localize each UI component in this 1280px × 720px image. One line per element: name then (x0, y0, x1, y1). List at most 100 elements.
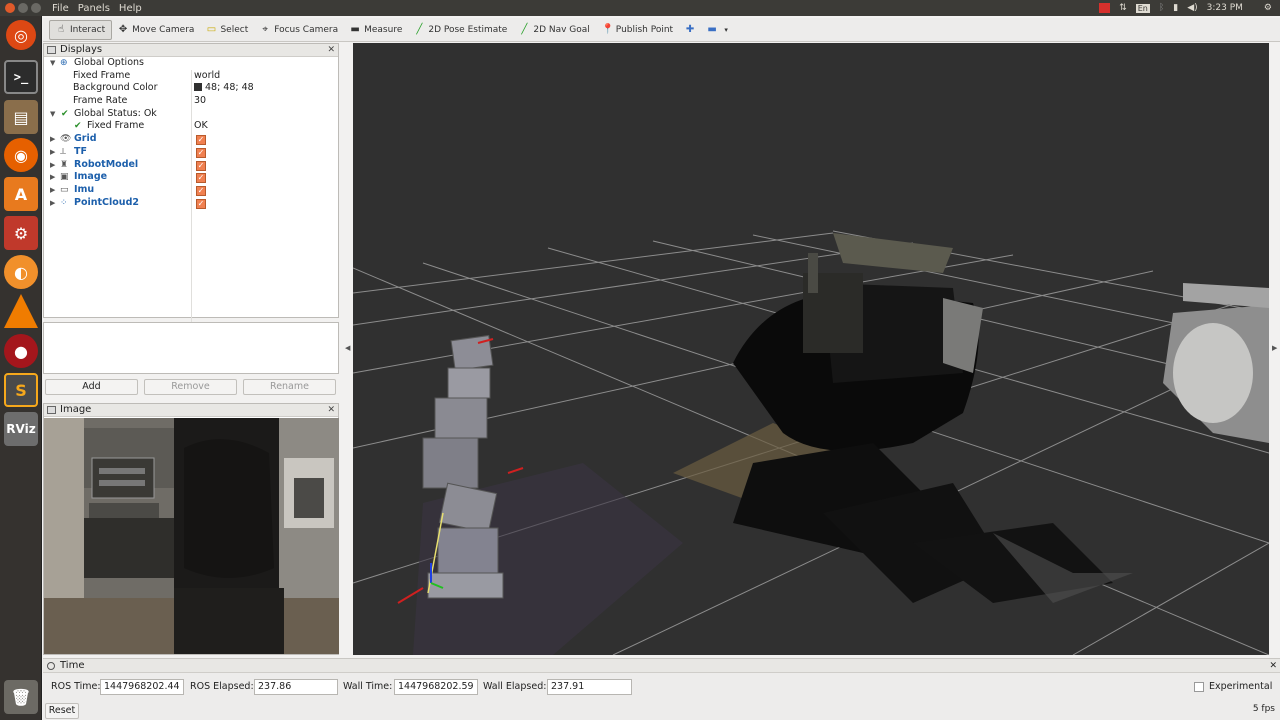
collapse-right-arrow-icon[interactable]: ▶ (1272, 344, 1277, 352)
displays-panel-header: Displays ✕ (44, 44, 338, 57)
close-icon[interactable]: ✕ (327, 405, 335, 415)
files-icon[interactable]: ▤ (4, 100, 38, 134)
checkmark-icon: ✔ (61, 108, 69, 119)
tree-row-robotmodel[interactable]: ▶ ♜ RobotModel ✓ (44, 159, 338, 172)
expand-arrow-icon[interactable]: ▶ (50, 133, 55, 146)
plus-icon: ✚ (685, 24, 695, 35)
app-circle-icon[interactable]: ◐ (4, 255, 38, 289)
sublime-text-icon[interactable]: S (4, 373, 38, 407)
displays-panel-icon (47, 46, 56, 54)
maximize-window-icon[interactable] (31, 3, 41, 13)
remove-display-button[interactable]: Remove (144, 379, 237, 395)
power-gear-icon[interactable]: ⚙ (1264, 3, 1272, 13)
grid-checkbox[interactable]: ✓ (196, 135, 206, 146)
rviz-toolbar: ☝ Interact ✥ Move Camera ▭ Select ⌖ Focu… (43, 18, 1280, 42)
tree-row-tf[interactable]: ▶ ⟂ TF ✓ (44, 146, 338, 159)
camera-feed-image (44, 418, 339, 654)
wall-time-field[interactable]: 1447968202.59 (394, 679, 478, 695)
tf-checkbox[interactable]: ✓ (196, 147, 206, 158)
recording-indicator-icon[interactable] (1099, 3, 1111, 13)
minimize-window-icon[interactable] (18, 3, 28, 13)
tree-row-pointcloud2[interactable]: ▶ ⁘ PointCloud2 ✓ (44, 197, 338, 210)
fixed-frame-value[interactable]: world (194, 70, 220, 83)
map-pin-icon: 📍 (601, 24, 615, 35)
add-display-button[interactable]: Add (45, 379, 138, 395)
tool-2d-nav-goal[interactable]: ╱ 2D Nav Goal (513, 20, 595, 40)
frame-rate-value[interactable]: 30 (194, 95, 206, 108)
tool-interact[interactable]: ☝ Interact (49, 19, 113, 40)
ubuntu-dash-icon[interactable]: ◎ (6, 20, 36, 50)
minus-icon: ▬ (707, 24, 717, 35)
tree-row-imu[interactable]: ▶ ▭ Imu ✓ (44, 184, 338, 197)
firefox-icon[interactable]: ◉ (4, 138, 38, 172)
app-red-icon[interactable]: ● (4, 334, 38, 368)
tree-row-fixed-frame[interactable]: Fixed Frame world (44, 70, 338, 83)
expand-arrow-icon[interactable]: ▼ (50, 108, 55, 121)
image-checkbox[interactable]: ✓ (196, 173, 206, 184)
tool-focus-camera[interactable]: ⌖ Focus Camera (254, 20, 344, 40)
terminal-icon[interactable]: >_ (4, 60, 38, 94)
experimental-label: Experimental (1209, 681, 1273, 692)
robotmodel-checkbox[interactable]: ✓ (196, 160, 206, 171)
tool-measure[interactable]: ▬ Measure (344, 20, 408, 40)
tree-row-background-color[interactable]: Background Color 48; 48; 48 (44, 82, 338, 95)
pointcloud2-checkbox[interactable]: ✓ (196, 198, 206, 209)
trash-icon[interactable]: 🗑 (4, 680, 38, 714)
ros-elapsed-label: ROS Elapsed: (190, 681, 254, 692)
volume-icon[interactable]: ◀) (1187, 3, 1197, 13)
software-center-icon[interactable]: A (4, 177, 38, 211)
tool-2d-pose-estimate[interactable]: ╱ 2D Pose Estimate (408, 20, 513, 40)
expand-arrow-icon[interactable]: ▶ (50, 146, 55, 159)
battery-icon[interactable]: ▮ (1173, 3, 1178, 13)
ros-elapsed-field[interactable]: 237.86 (254, 679, 338, 695)
move-camera-icon: ✥ (118, 24, 128, 35)
clock[interactable]: 3:23 PM (1207, 3, 1243, 13)
ros-time-field[interactable]: 1447968202.44 (100, 679, 184, 695)
camera-image-view[interactable] (44, 418, 339, 654)
rename-display-button[interactable]: Rename (243, 379, 336, 395)
system-indicators: ⇅ En ᛒ ▮ ◀) 3:23 PM ⚙ (1099, 0, 1272, 16)
vlc-icon[interactable] (4, 294, 38, 328)
menu-file[interactable]: File (52, 3, 69, 14)
expand-arrow-icon[interactable]: ▶ (50, 184, 55, 197)
add-tool-button[interactable]: ✚ (679, 20, 701, 40)
rviz-icon[interactable]: RViz (4, 412, 38, 446)
tree-row-frame-rate[interactable]: Frame Rate 30 (44, 95, 338, 108)
image-panel: Image ✕ (43, 403, 339, 655)
pointcloud-icon: ⁘ (60, 197, 68, 208)
reset-button[interactable]: Reset (45, 703, 79, 719)
bluetooth-icon[interactable]: ᛒ (1159, 3, 1164, 13)
collapse-left-arrow-icon[interactable]: ◀ (345, 344, 350, 352)
grid-icon: 👁 (60, 134, 72, 145)
tree-row-status-fixed-frame[interactable]: ✔ Fixed Frame OK (44, 120, 338, 133)
keyboard-layout-indicator[interactable]: En (1135, 3, 1150, 13)
expand-arrow-icon[interactable]: ▶ (50, 159, 55, 172)
network-icon[interactable]: ⇅ (1119, 3, 1127, 13)
measure-icon: ▬ (350, 24, 360, 35)
wall-elapsed-field[interactable]: 237.91 (547, 679, 632, 695)
imu-checkbox[interactable]: ✓ (196, 185, 206, 196)
imu-icon: ▭ (60, 184, 69, 195)
system-settings-icon[interactable]: ⚙ (4, 216, 38, 250)
expand-arrow-icon[interactable]: ▶ (50, 171, 55, 184)
menu-panels[interactable]: Panels (78, 3, 110, 14)
interact-icon: ☝ (57, 24, 65, 35)
close-icon[interactable]: ✕ (1269, 659, 1277, 673)
expand-arrow-icon[interactable]: ▶ (50, 197, 55, 210)
tool-publish-point[interactable]: 📍 Publish Point (596, 20, 679, 40)
tool-move-camera[interactable]: ✥ Move Camera (112, 20, 200, 40)
3d-render-view[interactable] (353, 43, 1269, 655)
expand-arrow-icon[interactable]: ▼ (50, 57, 55, 70)
tool-select[interactable]: ▭ Select (200, 20, 254, 40)
background-color-value[interactable]: 48; 48; 48 (194, 82, 254, 95)
wall-time-label: Wall Time: (343, 681, 393, 692)
experimental-checkbox[interactable] (1194, 682, 1204, 692)
tree-row-global-options[interactable]: ▼ ⊕ Global Options (44, 57, 338, 70)
tree-row-global-status[interactable]: ▼ ✔ Global Status: Ok (44, 108, 338, 121)
menu-help[interactable]: Help (119, 3, 142, 14)
close-icon[interactable]: ✕ (327, 45, 335, 55)
tree-row-grid[interactable]: ▶ 👁 Grid ✓ (44, 133, 338, 146)
close-window-icon[interactable] (5, 3, 15, 13)
tree-row-image[interactable]: ▶ ▣ Image ✓ (44, 171, 338, 184)
remove-tool-button[interactable]: ▬ ▾ (701, 20, 737, 40)
